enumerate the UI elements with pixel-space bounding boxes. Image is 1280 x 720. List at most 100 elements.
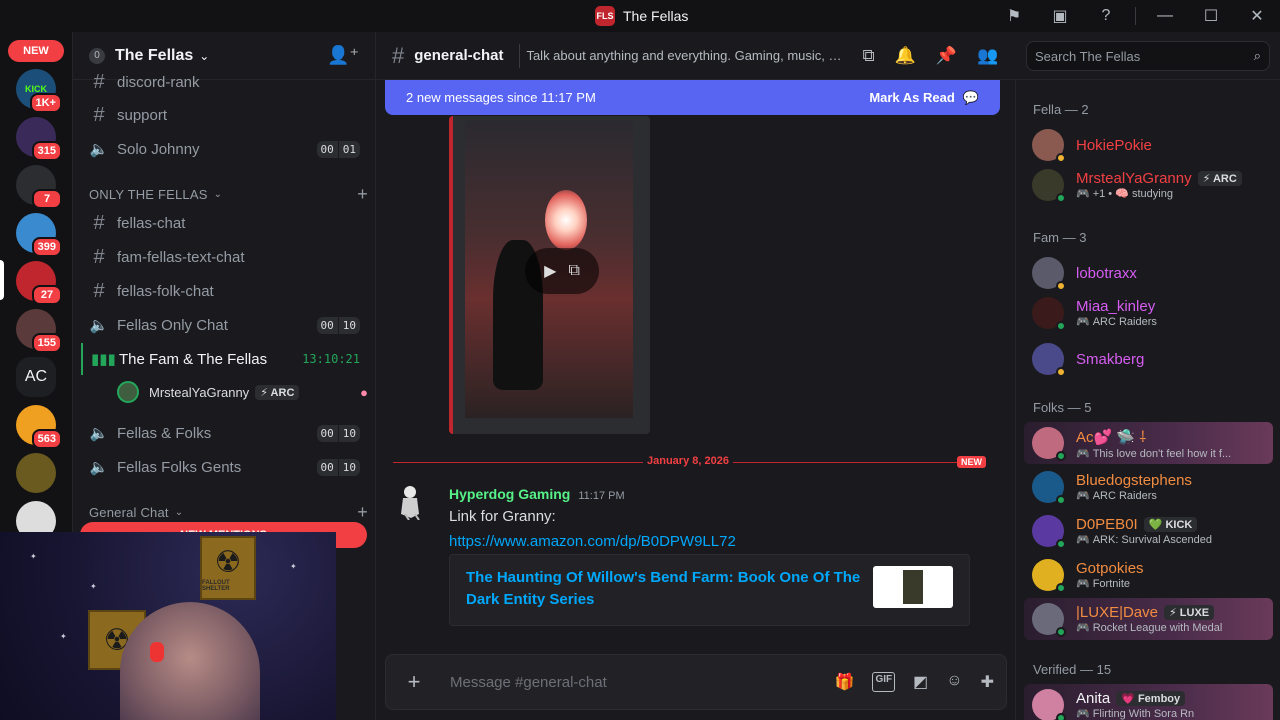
user-count: 00 [316,316,338,334]
speaker-icon: 🔈 [89,425,109,442]
radiation-icon: ☢ [214,545,242,579]
member-item[interactable]: Smakberg [1024,338,1273,380]
avatar [1032,689,1066,720]
voice-channel-solo-johnny[interactable]: 🔈 Solo Johnny 00 01 [81,133,368,165]
avatar[interactable] [397,484,427,520]
chevron-down-icon: ⌄ [199,48,210,63]
voice-channel-fellas-only-chat[interactable]: 🔈 Fellas Only Chat 00 10 [81,309,368,341]
composer-placeholder: Message #general-chat [450,673,607,691]
server-icon[interactable]: KICK 1K+ [16,69,62,113]
member-activity-row: 🎮 Rocket League with Medal [1076,621,1222,634]
status-indicator [1056,321,1066,331]
screen-share-icon[interactable]: ▣ [1037,0,1083,32]
member-list-icon[interactable]: 👥 [977,46,998,66]
avatar [117,381,139,403]
member-activity: ARC Raiders [1092,316,1157,328]
voice-member-row[interactable]: MrstealYaGranny ⚡ ARC ● [117,378,368,406]
member-info: Gotpokies 🎮 Fortnite [1076,560,1144,590]
inbox-flag-icon[interactable]: ⚑ [991,0,1037,32]
server-icon[interactable]: 155 [16,309,62,353]
upload-plus-icon[interactable]: + [398,669,430,695]
server-icon[interactable]: 563 [16,405,62,449]
member-info: Bluedogstephens 🎮 ARC Raiders [1076,472,1192,502]
apps-icon[interactable]: ✚ [981,672,994,692]
voice-channel-fellas-folks[interactable]: 🔈 Fellas & Folks 00 10 [81,417,368,449]
channel-support[interactable]: # support [81,99,368,131]
member-item[interactable]: Ac💕 🛸 ⸸ 🎮 This love don't feel how it f... [1024,422,1273,464]
hash-icon: # [93,279,105,302]
hash-icon: # [93,103,105,126]
sticker-icon[interactable]: ◩ [913,672,928,692]
member-item[interactable]: Bluedogstephens 🎮 ARC Raiders [1024,466,1273,508]
pin-icon[interactable]: 📌 [936,46,957,66]
member-item[interactable]: Gotpokies 🎮 Fortnite [1024,554,1273,596]
mark-as-read-label: Mark As Read [869,90,955,105]
gif-icon[interactable]: GIF [872,672,896,692]
star-decoration: ✦ [60,632,67,641]
guild-tag: 💚 KICK [1143,517,1198,532]
member-name-row: D0PEB0I 💚 KICK [1076,516,1212,533]
close-icon[interactable]: ✕ [1234,0,1280,32]
user-count: 00 [316,458,338,476]
status-indicator [1056,583,1066,593]
invite-people-icon[interactable]: 👤⁺ [327,45,359,66]
category-general-chat[interactable]: General Chat ⌄ + [89,502,368,522]
notification-bell-icon[interactable]: 🔔 [895,46,916,66]
member-item[interactable]: Miaa_kinley 🎮 ARC Raiders [1024,292,1273,334]
member-item[interactable]: HokiePokie [1024,124,1273,166]
member-activity-row: 🎮 ARK: Survival Ascended [1076,533,1212,546]
category-only-the-fellas[interactable]: ONLY THE FELLAS ⌄ + [89,184,368,204]
member-item[interactable]: MrstealYaGranny ⚡ ARC 🎮 +1 • 🧠 studying [1024,164,1273,206]
message-link[interactable]: https://www.amazon.com/dp/B0DPW9LL72 [449,533,736,550]
new-messages-bar[interactable]: 2 new messages since 11:17 PM Mark As Re… [385,80,1000,115]
create-channel-icon[interactable]: + [357,184,368,205]
member-item[interactable]: |LUXE|Dave ⚡ LUXE 🎮 Rocket League with Meda… [1024,598,1273,640]
game-controller-icon: 🎮 [1076,188,1090,200]
maximize-icon[interactable]: ☐ [1188,0,1234,32]
threads-icon[interactable]: ⧉ [862,46,874,66]
minimize-icon[interactable]: — [1142,0,1188,32]
avatar [1032,603,1066,637]
message-composer[interactable]: + Message #general-chat 🎁 GIF ◩ ☺ ✚ [385,654,1007,710]
new-unreads-pill[interactable]: NEW [8,40,64,62]
open-external-icon[interactable]: ⧉ [568,262,579,280]
speaker-icon: 🔈 [89,141,109,158]
mark-as-read-button[interactable]: Mark As Read 💬 [869,90,979,106]
embed-thumbnail[interactable] [873,566,953,608]
channel-label: support [117,106,168,124]
server-icon[interactable]: 7 [16,165,62,209]
server-icon[interactable]: 27 [16,261,62,305]
channel-fellas-folk-chat[interactable]: # fellas-folk-chat [81,275,368,307]
channel-fellas-chat[interactable]: # fellas-chat [81,207,368,239]
server-icon[interactable] [16,453,56,493]
status-indicator [1056,367,1066,377]
emoji-icon[interactable]: ☺ [946,672,962,692]
server-icon[interactable]: AC [16,357,56,397]
channel-discord-rank[interactable]: # discord-rank [81,66,368,98]
search-icon: ⌕ [1253,48,1261,63]
mention-badge: 155 [31,333,62,353]
video-controls[interactable]: ▶ ⧉ [525,248,599,294]
play-icon[interactable]: ▶ [544,261,556,281]
voice-channel-fellas-folks-gents[interactable]: 🔈 Fellas Folks Gents 00 10 [81,451,368,483]
create-channel-icon[interactable]: + [357,502,368,523]
member-item[interactable]: D0PEB0I 💚 KICK 🎮 ARK: Survival Ascended [1024,510,1273,552]
channel-fam-fellas-text-chat[interactable]: # fam-fellas-text-chat [81,241,368,273]
message-author[interactable]: Hyperdog Gaming [449,486,570,502]
member-info: Anita 💗 Femboy 🎮 Flirting With Sora Rn [1076,690,1194,720]
member-info: Smakberg [1076,351,1144,368]
video-attachment[interactable]: ▶ ⧉ [449,116,650,434]
message-timestamp: 11:17 PM [578,490,625,502]
channel-topic[interactable]: Talk about anything and everything. Gami… [526,48,844,63]
search-input[interactable]: Search The Fellas ⌕ [1026,41,1270,71]
server-icon[interactable]: 399 [16,213,62,257]
member-item[interactable]: lobotraxx [1024,252,1273,294]
gift-icon[interactable]: 🎁 [835,672,855,692]
embed-title[interactable]: The Haunting Of Willow's Bend Farm: Book… [466,567,861,611]
member-item[interactable]: Anita 💗 Femboy 🎮 Flirting With Sora Rn [1024,684,1273,720]
server-icon[interactable]: 315 [16,117,62,161]
help-icon[interactable]: ? [1083,0,1129,32]
member-group-header: Folks — 5 [1033,400,1092,415]
member-info: MrstealYaGranny ⚡ ARC 🎮 +1 • 🧠 studying [1076,170,1242,200]
voice-channel-active[interactable]: ▮▮▮ The Fam & The Fellas 13:10:21 [81,343,368,375]
